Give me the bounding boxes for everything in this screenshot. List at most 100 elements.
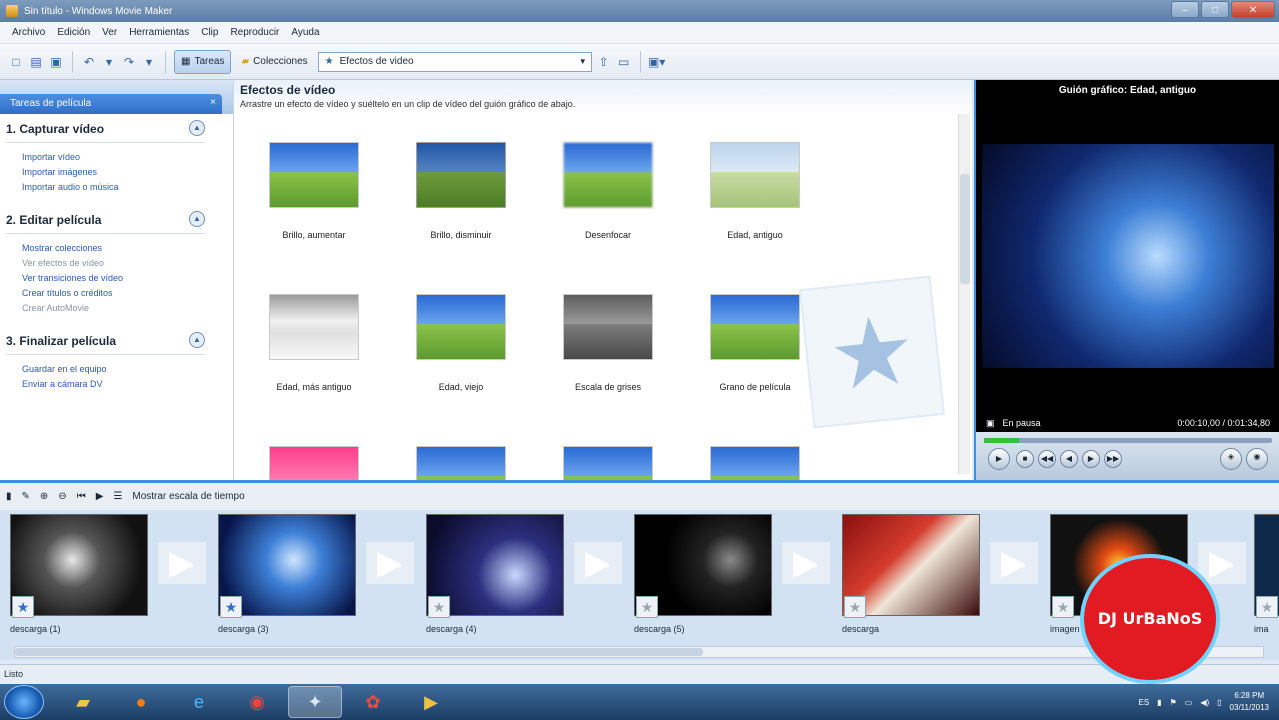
internet-explorer-taskbar-icon[interactable]: e: [172, 686, 226, 718]
undo-icon[interactable]: ↶: [81, 54, 97, 70]
effects-scrollbar[interactable]: [958, 114, 970, 474]
effect-star-icon[interactable]: ★: [1256, 596, 1278, 618]
movie-maker-taskbar-icon[interactable]: ✦: [288, 686, 342, 718]
effect-item[interactable]: Desenfocar: [548, 142, 668, 240]
menu-reproducir[interactable]: Reproducir: [230, 27, 279, 38]
effect-item[interactable]: Brillo, aumentar: [254, 142, 374, 240]
effect-item[interactable]: Edad, antiguo: [695, 142, 815, 240]
forward-button[interactable]: ▶: [1082, 450, 1100, 468]
next-frame-button[interactable]: ▶▶: [1104, 450, 1122, 468]
close-pane-icon[interactable]: ×: [210, 97, 216, 108]
menu-herramientas[interactable]: Herramientas: [129, 27, 189, 38]
menu-ver[interactable]: Ver: [102, 27, 117, 38]
effect-star-icon[interactable]: ★: [1052, 596, 1074, 618]
transition-slot[interactable]: ▶: [158, 542, 206, 584]
effect-item[interactable]: Grano de película: [695, 294, 815, 392]
battery-icon[interactable]: ▯: [1217, 698, 1221, 707]
redo-dropdown-icon[interactable]: ▾: [141, 54, 157, 70]
collections-toggle-button[interactable]: ▰ Colecciones: [235, 50, 313, 74]
view-options-icon[interactable]: ▣▾: [648, 54, 665, 70]
menu-edicion[interactable]: Edición: [57, 27, 90, 38]
effect-item[interactable]: Edad, más antiguo: [254, 294, 374, 392]
effect-item[interactable]: [401, 446, 521, 480]
editor-taskbar-icon[interactable]: ▶: [404, 686, 458, 718]
storyboard-clip[interactable]: ★ ima: [1254, 514, 1279, 634]
effect-star-icon[interactable]: ★: [428, 596, 450, 618]
effect-star-icon[interactable]: ★: [220, 596, 242, 618]
zoom-out-icon[interactable]: ⊖: [58, 491, 66, 502]
minimize-button[interactable]: –: [1171, 1, 1199, 18]
link-import-video[interactable]: Importar vídeo: [22, 150, 233, 165]
stop-button[interactable]: ■: [1016, 450, 1034, 468]
play-storyboard-icon[interactable]: ▶: [96, 491, 104, 502]
open-project-icon[interactable]: ▤: [28, 54, 44, 70]
link-send-dv[interactable]: Enviar a cámara DV: [22, 377, 233, 392]
chrome-taskbar-icon[interactable]: ◉: [230, 686, 284, 718]
narrate-icon[interactable]: ▮: [6, 491, 12, 502]
effect-item[interactable]: Brillo, disminuir: [401, 142, 521, 240]
tasks-toggle-button[interactable]: ▦ Tareas: [174, 49, 232, 74]
storyboard-clip[interactable]: ★ descarga (3): [218, 514, 358, 634]
save-project-icon[interactable]: ▣: [48, 54, 64, 70]
transition-slot[interactable]: ▶: [366, 542, 414, 584]
menu-ayuda[interactable]: Ayuda: [291, 27, 319, 38]
start-button[interactable]: [4, 685, 44, 719]
volume-icon[interactable]: ◀): [1200, 698, 1209, 707]
effect-item[interactable]: Escala de grises: [548, 294, 668, 392]
previous-frame-button[interactable]: ◀◀: [1038, 450, 1056, 468]
link-view-transitions[interactable]: Ver transiciones de vídeo: [22, 271, 233, 286]
split-clip-button[interactable]: ◈: [1220, 448, 1242, 470]
explorer-taskbar-icon[interactable]: ▰: [56, 686, 110, 718]
rewind-button[interactable]: ◀: [1060, 450, 1078, 468]
transition-slot[interactable]: ▶: [990, 542, 1038, 584]
undo-dropdown-icon[interactable]: ▾: [101, 54, 117, 70]
transition-slot[interactable]: ▶: [1198, 542, 1246, 584]
collection-select[interactable]: ★ Efectos de video ▼: [317, 51, 592, 72]
link-import-images[interactable]: Importar imágenes: [22, 165, 233, 180]
snapshot-button[interactable]: ◉: [1246, 448, 1268, 470]
audio-levels-icon[interactable]: ✎: [22, 491, 30, 502]
scrollbar-thumb[interactable]: [960, 174, 970, 284]
monitor-icon[interactable]: ▭: [1185, 698, 1193, 707]
new-folder-icon[interactable]: ▭: [616, 54, 632, 70]
effect-star-icon[interactable]: ★: [12, 596, 34, 618]
close-button[interactable]: ✕: [1231, 1, 1275, 18]
link-import-audio[interactable]: Importar audio o música: [22, 180, 233, 195]
language-indicator[interactable]: ES: [1139, 698, 1150, 707]
storyboard-clip[interactable]: ★ descarga (4): [426, 514, 566, 634]
transition-slot[interactable]: ▶: [574, 542, 622, 584]
firefox-taskbar-icon[interactable]: ●: [114, 686, 168, 718]
effect-item[interactable]: [548, 446, 668, 480]
effect-star-icon[interactable]: ★: [636, 596, 658, 618]
link-save-computer[interactable]: Guardar en el equipo: [22, 362, 233, 377]
media-app-taskbar-icon[interactable]: ✿: [346, 686, 400, 718]
storyboard-scrollbar[interactable]: [14, 646, 1264, 658]
storyboard-clip[interactable]: ★ descarga: [842, 514, 982, 634]
transition-slot[interactable]: ▶: [782, 542, 830, 584]
flag-icon[interactable]: ⚑: [1170, 698, 1177, 707]
storyboard-clip[interactable]: ★ descarga (1): [10, 514, 150, 634]
show-timeline-button[interactable]: Mostrar escala de tiempo: [132, 491, 244, 502]
redo-icon[interactable]: ↷: [121, 54, 137, 70]
collapse-icon[interactable]: ▲: [189, 211, 205, 227]
link-create-titles[interactable]: Crear títulos o créditos: [22, 286, 233, 301]
clock[interactable]: 6:28 PM 03/11/2013: [1230, 690, 1269, 714]
collapse-icon[interactable]: ▲: [189, 120, 205, 136]
zoom-in-icon[interactable]: ⊕: [40, 491, 48, 502]
maximize-button[interactable]: □: [1201, 1, 1229, 18]
new-project-icon[interactable]: □: [8, 54, 24, 70]
menu-archivo[interactable]: Archivo: [12, 27, 45, 38]
storyboard-clip[interactable]: ★ descarga (5): [634, 514, 774, 634]
scrollbar-thumb[interactable]: [15, 648, 703, 656]
collapse-icon[interactable]: ▲: [189, 332, 205, 348]
effect-item[interactable]: Edad, viejo: [401, 294, 521, 392]
link-show-collections[interactable]: Mostrar colecciones: [22, 241, 233, 256]
effect-star-icon[interactable]: ★: [844, 596, 866, 618]
rewind-storyboard-icon[interactable]: ⏮: [77, 491, 86, 502]
play-button[interactable]: ▶: [988, 448, 1010, 470]
effect-item[interactable]: [695, 446, 815, 480]
menu-clip[interactable]: Clip: [201, 27, 218, 38]
seek-bar[interactable]: [984, 438, 1272, 443]
up-level-icon[interactable]: ⇧: [596, 54, 612, 70]
effect-item[interactable]: [254, 446, 374, 480]
